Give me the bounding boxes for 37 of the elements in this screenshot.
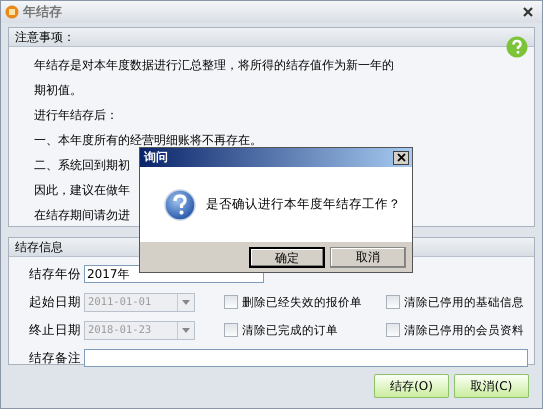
caret-icon (182, 300, 190, 304)
dialog-title: 询问 (144, 149, 168, 166)
section-heading: 注意事项： (15, 28, 75, 46)
field-label: 终止日期 (29, 322, 82, 338)
note-text: 因此，建议在做年 (34, 182, 130, 199)
checkbox[interactable] (224, 295, 238, 309)
note-text: 一、本年度所有的经营明细账将不再存在。 (34, 132, 262, 149)
note-text: 年结存是对本年度数据进行汇总整理，将所得的结存值作为新一年的 (34, 57, 394, 74)
question-icon (164, 188, 196, 220)
close-button[interactable] (393, 150, 409, 164)
cancel-button[interactable]: 取消 (330, 246, 406, 268)
remark-field[interactable] (84, 349, 528, 367)
checkbox[interactable] (386, 323, 400, 337)
note-text: 在结存期间请勿进 (34, 207, 130, 224)
field-label: 结存备注 (29, 350, 82, 366)
caret-icon (182, 328, 190, 332)
dialog-message: 是否确认进行本年度年结存工作？ (206, 196, 401, 213)
window-title: 年结存 (23, 4, 62, 21)
ok-button[interactable]: 确定 (249, 246, 325, 268)
save-button[interactable]: 结存(O) (374, 374, 449, 398)
help-icon[interactable] (506, 36, 528, 58)
checkbox-label: 删除已经失效的报价单 (242, 294, 362, 310)
note-text: 期初值。 (34, 82, 82, 99)
checkbox-label: 清除已停用的会员资料 (404, 322, 524, 338)
checkbox-label: 清除已停用的基础信息 (404, 294, 524, 310)
field-label: 起始日期 (29, 294, 82, 310)
close-icon[interactable] (522, 6, 534, 18)
app-icon (5, 5, 19, 19)
close-icon (396, 153, 406, 162)
section-heading: 结存信息 (15, 238, 63, 256)
checkbox[interactable] (386, 295, 400, 309)
checkbox-label: 清除已完成的订单 (242, 322, 338, 338)
checkbox[interactable] (224, 323, 238, 337)
note-text: 二、系统回到期初 (34, 157, 130, 174)
note-text: 进行年结存后： (34, 107, 118, 124)
cancel-button[interactable]: 取消(C) (454, 374, 529, 398)
field-label: 结存年份 (29, 266, 82, 282)
